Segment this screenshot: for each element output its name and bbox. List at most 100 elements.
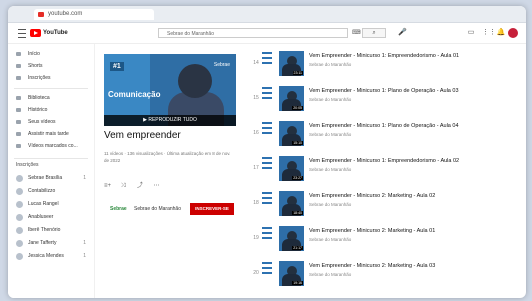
youtube-favicon-icon xyxy=(38,12,44,17)
youtube-topbar: YouTube Sebrae do Maranhão ⌨ ⌕ 🎤 ▭ ⋮⋮ 🔔 xyxy=(8,23,526,44)
subscription-item[interactable]: Lucas Rangel xyxy=(8,198,94,210)
youtube-logo[interactable]: YouTube xyxy=(30,28,68,38)
video-duration: 18:40 xyxy=(292,211,303,215)
sidebar-item-home[interactable]: Início xyxy=(8,48,94,60)
sidebar-divider xyxy=(14,88,88,89)
list-item[interactable]: 20 19:16 Vem Empreender - Minicurso 2: M… xyxy=(252,258,526,290)
playlist-header-panel: #1 Comunicação Sebrae ▶ REPRODUZIR TUDO … xyxy=(100,48,242,298)
sidebar-item-your-videos[interactable]: Seus vídeos xyxy=(8,116,94,128)
channel-avatar xyxy=(16,240,23,247)
video-thumbnail[interactable]: 23:27 xyxy=(279,156,304,181)
list-item[interactable]: 15 20:05 Vem Empreender - Minicurso 1: P… xyxy=(252,83,526,115)
drag-handle-icon[interactable] xyxy=(262,262,274,286)
video-thumbnail[interactable]: 21:17 xyxy=(279,226,304,251)
user-avatar[interactable] xyxy=(508,28,518,38)
subscription-item[interactable]: Jane Tafferty 1 xyxy=(8,237,94,249)
microphone-icon[interactable]: 🎤 xyxy=(398,28,407,38)
video-camera-icon[interactable]: ▭ xyxy=(466,28,476,38)
subscription-label: Contabilizzo xyxy=(28,188,56,194)
video-index: 16 xyxy=(253,130,259,136)
channel-avatar xyxy=(16,201,23,208)
sidebar-divider xyxy=(14,158,88,159)
drag-handle-icon[interactable] xyxy=(262,52,274,76)
subscription-count: 1 xyxy=(83,175,86,181)
list-item[interactable]: 18 18:40 Vem Empreender - Minicurso 2: M… xyxy=(252,188,526,220)
thumbs-up-icon xyxy=(16,144,21,148)
drag-handle-icon[interactable] xyxy=(262,192,274,216)
shorts-icon xyxy=(16,64,21,68)
list-item[interactable]: 17 23:27 Vem Empreender - Minicurso 1: E… xyxy=(252,153,526,185)
drag-handle-icon[interactable] xyxy=(262,227,274,251)
playlist-title: Vem empreender xyxy=(104,130,181,141)
subscription-item[interactable]: Sebrae Brasília 1 xyxy=(8,172,94,184)
add-to-queue-icon[interactable]: ≡+ xyxy=(104,183,116,189)
video-channel[interactable]: Sebrae do Maranhão xyxy=(309,237,351,242)
search-input[interactable]: Sebrae do Maranhão xyxy=(158,28,348,38)
video-title[interactable]: Vem Empreender - Minicurso 1: Empreended… xyxy=(309,158,459,164)
thumbnail-tag: Sebrae xyxy=(213,62,230,68)
video-index: 14 xyxy=(253,60,259,66)
sidebar-item-library[interactable]: Biblioteca xyxy=(8,92,94,104)
video-duration: 23:27 xyxy=(292,176,303,180)
list-item[interactable]: 14 23:11 Vem Empreender - Minicurso 1: E… xyxy=(252,48,526,80)
video-title[interactable]: Vem Empreender - Minicurso 2: Marketing … xyxy=(309,228,435,234)
video-channel[interactable]: Sebrae do Maranhão xyxy=(309,132,351,137)
sidebar-item-watch-later[interactable]: Assistir mais tarde xyxy=(8,128,94,140)
sidebar-item-history[interactable]: Histórico xyxy=(8,104,94,116)
playlist-badge: #1 xyxy=(110,62,124,71)
subscription-item[interactable]: Jessica Mendes 1 xyxy=(8,250,94,262)
subscription-item[interactable]: Contabilizzo xyxy=(8,185,94,197)
sidebar-item-subscriptions[interactable]: Inscrições xyxy=(8,72,94,84)
search-button[interactable]: ⌕ xyxy=(362,28,386,38)
sidebar-item-liked-videos[interactable]: Vídeos marcados co... xyxy=(8,140,94,152)
sidebar-item-label: Vídeos marcados co... xyxy=(28,143,78,149)
sidebar-item-label: Assistir mais tarde xyxy=(28,131,69,137)
drag-handle-icon[interactable] xyxy=(262,87,274,111)
hamburger-menu-icon[interactable] xyxy=(18,29,26,38)
video-index: 15 xyxy=(253,95,259,101)
video-channel[interactable]: Sebrae do Maranhão xyxy=(309,202,351,207)
sidebar-item-shorts[interactable]: Shorts xyxy=(8,60,94,72)
video-thumbnail[interactable]: 18:40 xyxy=(279,191,304,216)
play-all-button[interactable]: ▶ REPRODUZIR TUDO xyxy=(104,115,236,126)
drag-handle-icon[interactable] xyxy=(262,122,274,146)
sidebar-item-label: Histórico xyxy=(28,107,48,113)
owner-name[interactable]: Sebrae do Maranhão xyxy=(134,206,181,212)
playlist-thumbnail[interactable]: #1 Comunicação Sebrae ▶ REPRODUZIR TUDO xyxy=(104,54,236,126)
bell-icon[interactable]: 🔔 xyxy=(496,28,506,38)
playlist-video-list: 14 23:11 Vem Empreender - Minicurso 1: E… xyxy=(252,48,526,298)
list-item[interactable]: 16 15:10 Vem Empreender - Minicurso 1: P… xyxy=(252,118,526,150)
video-thumbnail[interactable]: 23:11 xyxy=(279,51,304,76)
apps-grid-icon[interactable]: ⋮⋮ xyxy=(482,28,496,38)
video-title[interactable]: Vem Empreender - Minicurso 1: Plano de O… xyxy=(309,88,459,94)
keyboard-icon[interactable]: ⌨ xyxy=(352,29,361,37)
list-item[interactable]: 19 21:17 Vem Empreender - Minicurso 2: M… xyxy=(252,223,526,255)
library-icon xyxy=(16,96,21,100)
playlist-actions: ≡+ ⤨ ⤴ ⋯ xyxy=(104,174,184,189)
more-options-icon[interactable]: ⋯ xyxy=(153,182,165,189)
subscription-item[interactable]: Anabluseer xyxy=(8,211,94,223)
video-title[interactable]: Vem Empreender - Minicurso 2: Marketing … xyxy=(309,263,435,269)
video-title[interactable]: Vem Empreender - Minicurso 1: Plano de O… xyxy=(309,123,459,129)
shuffle-icon[interactable]: ⤨ xyxy=(120,183,132,190)
owner-logo[interactable]: Sebrae xyxy=(110,206,127,214)
subscription-item[interactable]: Iberê Thenório xyxy=(8,224,94,236)
video-channel[interactable]: Sebrae do Maranhão xyxy=(309,167,351,172)
video-thumbnail[interactable]: 19:16 xyxy=(279,261,304,286)
video-title[interactable]: Vem Empreender - Minicurso 1: Empreended… xyxy=(309,53,459,59)
video-channel[interactable]: Sebrae do Maranhão xyxy=(309,97,351,102)
subscribe-button[interactable]: INSCREVER-SE xyxy=(190,203,234,215)
video-channel[interactable]: Sebrae do Maranhão xyxy=(309,62,351,67)
sidebar-item-label: Seus vídeos xyxy=(28,119,56,125)
video-duration: 21:17 xyxy=(292,246,303,250)
share-icon[interactable]: ⤴ xyxy=(137,180,149,189)
sidebar-item-label: Início xyxy=(28,51,40,57)
browser-tab[interactable]: youtube.com xyxy=(34,9,154,20)
video-title[interactable]: Vem Empreender - Minicurso 2: Marketing … xyxy=(309,193,435,199)
video-thumbnail[interactable]: 15:10 xyxy=(279,121,304,146)
drag-handle-icon[interactable] xyxy=(262,157,274,181)
video-duration: 23:11 xyxy=(292,71,303,75)
subscription-label: Lucas Rangel xyxy=(28,201,59,207)
video-channel[interactable]: Sebrae do Maranhão xyxy=(309,272,351,277)
video-thumbnail[interactable]: 20:05 xyxy=(279,86,304,111)
